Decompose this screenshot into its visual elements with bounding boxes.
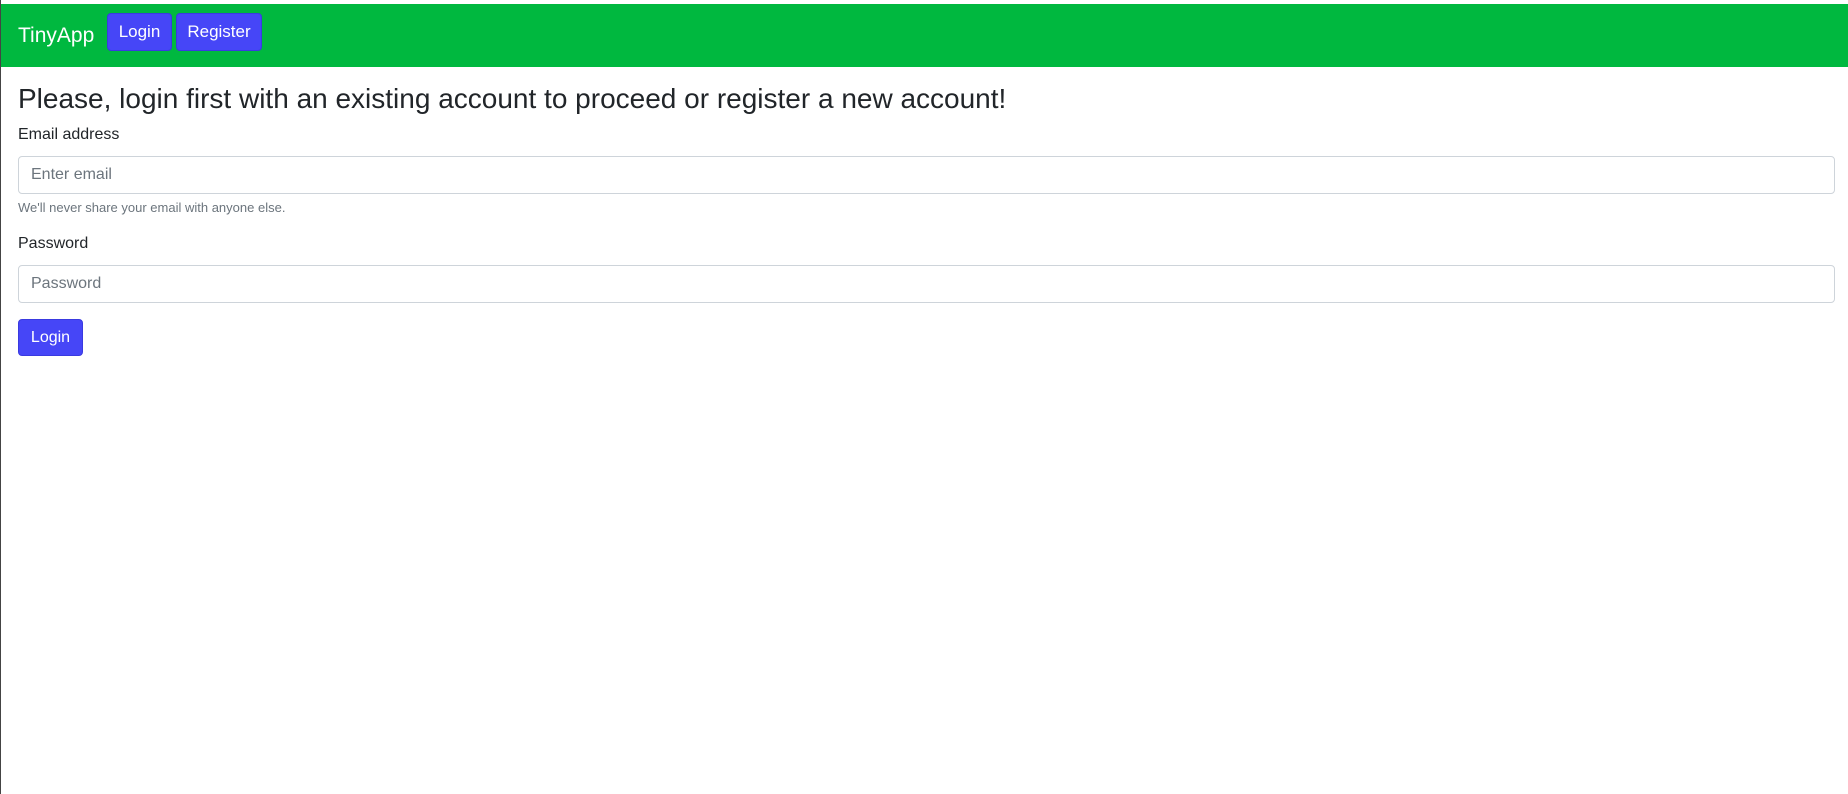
nav-login-button[interactable]: Login — [107, 13, 172, 51]
brand-link[interactable]: TinyApp — [18, 25, 94, 46]
navbar: TinyApp Login Register — [1, 4, 1848, 67]
page-title: Please, login first with an existing acc… — [18, 83, 1007, 114]
email-label: Email address — [18, 126, 120, 143]
email-field[interactable]: Enter email — [18, 156, 1835, 194]
email-help-text: We'll never share your email with anyone… — [18, 200, 286, 215]
password-label: Password — [18, 235, 89, 252]
nav-register-button[interactable]: Register — [176, 13, 262, 51]
login-submit-button[interactable]: Login — [18, 319, 83, 356]
password-field[interactable]: Password — [18, 265, 1835, 303]
